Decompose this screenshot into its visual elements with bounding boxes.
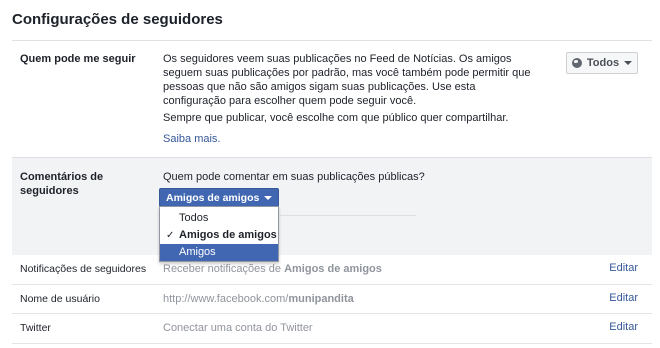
comments-audience-button[interactable]: Amigos de amigos [159, 188, 280, 207]
menu-item-label: Amigos de amigos [179, 229, 277, 241]
twitter-value: Conectar uma conta do Twitter [163, 322, 313, 334]
menu-item-todos[interactable]: Todos [160, 210, 278, 227]
comments-divider [280, 215, 416, 216]
followers-audience-label: Todos [586, 57, 620, 69]
menu-item-label: Amigos [179, 246, 216, 258]
notifications-label: Notificações de seguidores [20, 263, 147, 275]
username-edit-link[interactable]: Editar [609, 292, 638, 304]
comments-label: Comentários de seguidores [20, 171, 104, 197]
caret-down-icon [264, 195, 273, 200]
learn-more-link[interactable]: Saiba mais. [163, 132, 220, 146]
notifications-value-prefix: Receber notificações de [163, 263, 282, 275]
comments-audience-label: Amigos de amigos [166, 191, 260, 204]
notifications-edit-link[interactable]: Editar [609, 262, 638, 274]
followers-label: Quem pode me seguir [20, 53, 136, 65]
menu-item-amigos[interactable]: Amigos [160, 244, 278, 261]
followers-section: Quem pode me seguir Os seguidores veem s… [12, 41, 652, 157]
notifications-value: Receber notificações de Amigos de amigos [163, 262, 533, 276]
followers-audience-button[interactable]: Todos [566, 52, 638, 74]
page-title: Configurações de seguidores [12, 11, 223, 28]
twitter-edit-link[interactable]: Editar [609, 321, 638, 333]
comments-section: Comentários de seguidores Quem pode come… [12, 158, 652, 262]
username-value-prefix: http://www.facebook.com/ [163, 293, 289, 305]
username-value: http://www.facebook.com/munipandita [163, 292, 533, 306]
twitter-row: Twitter Conectar uma conta do Twitter Ed… [12, 314, 652, 344]
followers-note: Sempre que publicar, você escolhe com qu… [163, 112, 509, 124]
check-icon: ✓ [166, 230, 175, 241]
notifications-row: Notificações de seguidores Receber notif… [12, 255, 652, 285]
followers-description: Os seguidores veem suas publicações no F… [163, 53, 531, 107]
comments-question: Quem pode comentar em suas publicações p… [163, 171, 425, 183]
username-label: Nome de usuário [20, 293, 100, 305]
notifications-value-bold: Amigos de amigos [284, 263, 382, 275]
comments-audience-menu: Todos ✓ Amigos de amigos Amigos [159, 206, 279, 262]
menu-item-label: Todos [179, 212, 209, 224]
twitter-label: Twitter [20, 322, 51, 334]
row-divider [12, 343, 652, 344]
username-value-bold: munipandita [288, 293, 354, 305]
menu-item-amigos-de-amigos[interactable]: ✓ Amigos de amigos [160, 227, 278, 244]
username-row: Nome de usuário http://www.facebook.com/… [12, 285, 652, 313]
caret-down-icon [624, 61, 633, 65]
globe-icon [571, 58, 582, 68]
